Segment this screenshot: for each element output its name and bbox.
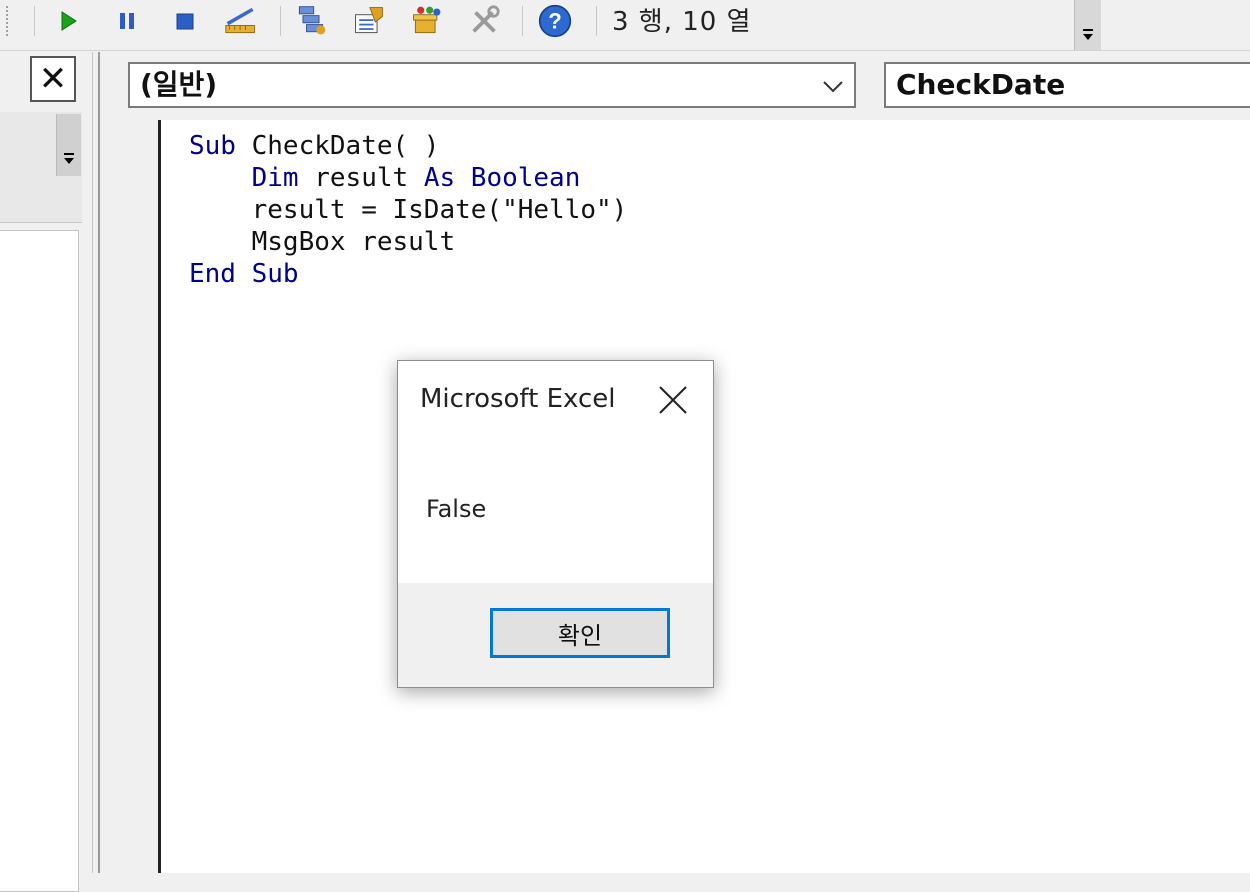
- standard-toolbar: ? 3 행, 10 열: [0, 0, 1250, 51]
- cursor-position-indicator: 3 행, 10 열: [612, 7, 752, 37]
- object-combobox-value: (일반): [140, 68, 218, 101]
- code-text: result: [298, 163, 424, 193]
- toolbar-separator: [522, 6, 523, 36]
- code-keyword: End Sub: [189, 259, 299, 289]
- procedure-combobox[interactable]: CheckDate: [884, 62, 1250, 108]
- code-keyword: Sub: [189, 131, 236, 161]
- pane-dropdown-button[interactable]: [56, 114, 81, 176]
- toolbar-separator: [596, 6, 597, 36]
- project-tree[interactable]: [0, 230, 79, 892]
- pause-icon[interactable]: [110, 4, 144, 38]
- dialog-footer: 확인: [398, 583, 713, 687]
- properties-icon[interactable]: [352, 4, 386, 38]
- dialog-message: False: [426, 495, 487, 523]
- toolbar-separator: [280, 6, 281, 36]
- project-explorer-pane: ✕: [0, 52, 93, 892]
- stop-icon[interactable]: [168, 4, 202, 38]
- code-line[interactable]: result = IsDate("Hello"): [189, 194, 628, 226]
- close-icon: [659, 386, 687, 414]
- object-browser-icon[interactable]: [410, 4, 444, 38]
- run-icon[interactable]: [52, 4, 86, 38]
- help-icon[interactable]: ?: [538, 4, 572, 38]
- code-text: result = IsDate("Hello"): [251, 195, 628, 225]
- object-combobox[interactable]: (일반): [128, 62, 856, 108]
- toolbox-icon[interactable]: [468, 4, 502, 38]
- code-line[interactable]: End Sub: [189, 258, 299, 290]
- ok-button[interactable]: 확인: [490, 608, 670, 658]
- close-icon: ✕: [38, 59, 68, 99]
- code-line[interactable]: Sub CheckDate( ): [189, 130, 439, 162]
- code-line[interactable]: MsgBox result: [189, 226, 456, 258]
- code-keyword: As Boolean: [423, 163, 581, 193]
- code-text: MsgBox result: [251, 227, 456, 257]
- project-explorer-icon[interactable]: [294, 4, 328, 38]
- code-line[interactable]: Dim result As Boolean: [189, 162, 581, 194]
- message-box-dialog: Microsoft Excel False 확인: [397, 360, 714, 688]
- toolbar-grip[interactable]: [6, 6, 12, 36]
- svg-text:?: ?: [548, 9, 562, 34]
- close-pane-button[interactable]: ✕: [30, 56, 76, 102]
- dialog-close-button[interactable]: [656, 383, 690, 417]
- code-text: CheckDate( ): [235, 131, 440, 161]
- pane-header: [0, 112, 82, 223]
- toolbar-overflow-button[interactable]: [1074, 0, 1101, 50]
- toolbar-separator: [34, 6, 35, 36]
- design-mode-icon[interactable]: [224, 4, 258, 38]
- dialog-title: Microsoft Excel: [420, 384, 616, 414]
- chevron-down-icon: [822, 76, 844, 100]
- procedure-combobox-value: CheckDate: [896, 68, 1066, 101]
- code-keyword: Dim: [251, 163, 299, 193]
- margin-indicator-bar[interactable]: [108, 120, 161, 873]
